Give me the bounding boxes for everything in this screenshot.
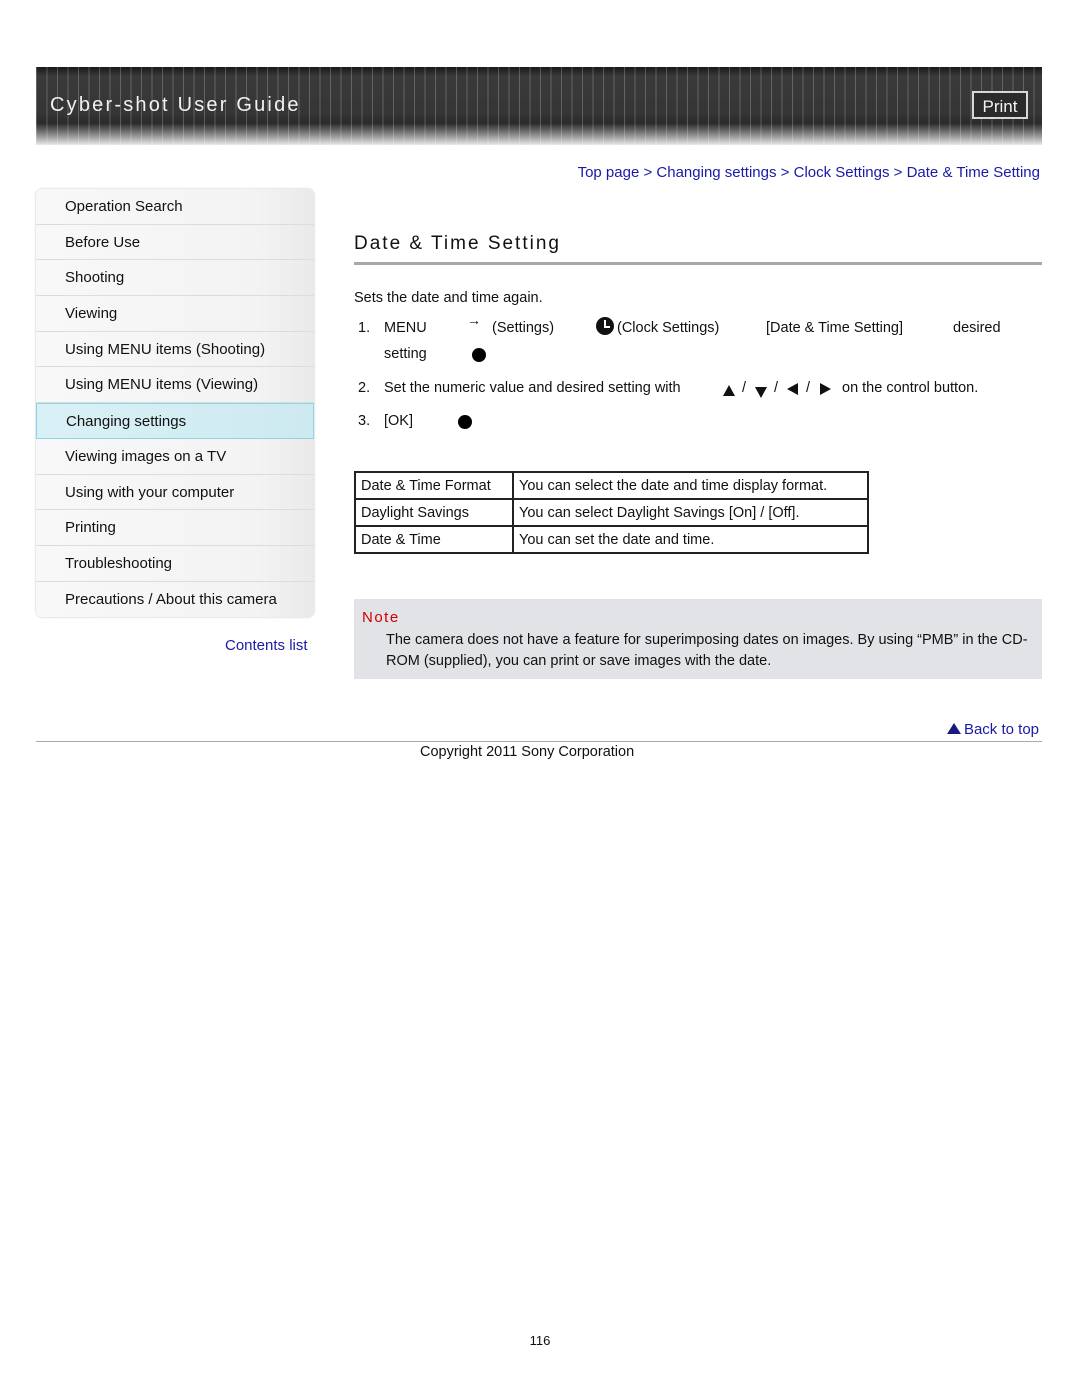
step-number: 2.	[358, 380, 371, 396]
sidebar-item-operation-search[interactable]: Operation Search	[36, 189, 314, 225]
table-row: Date & Time You can set the date and tim…	[354, 525, 869, 554]
step-number: 3.	[358, 413, 371, 429]
note-title: Note	[362, 609, 400, 626]
footer-divider	[36, 741, 1042, 742]
breadcrumb-separator: >	[643, 164, 653, 181]
sidebar-item-computer[interactable]: Using with your computer	[36, 474, 314, 511]
menu-label: MENU	[384, 320, 427, 336]
sidebar-item-viewing-tv[interactable]: Viewing images on a TV	[36, 438, 314, 475]
intro-text: Sets the date and time again.	[354, 290, 543, 306]
breadcrumb-separator: >	[780, 164, 790, 181]
sidebar-item-shooting[interactable]: Shooting	[36, 260, 314, 297]
up-arrow-icon	[946, 723, 961, 734]
clock-settings-label: (Clock Settings)	[617, 320, 720, 336]
sidebar-item-menu-viewing[interactable]: Using MENU items (Viewing)	[36, 367, 314, 404]
header-banner: Cyber-shot User Guide Print	[36, 67, 1042, 145]
desired-text: desired	[953, 320, 1001, 336]
page-title: Date & Time Setting	[354, 233, 561, 254]
left-triangle-icon	[787, 383, 798, 399]
table-cell-desc: You can set the date and time.	[512, 525, 869, 554]
note-text: The camera does not have a feature for s…	[386, 632, 1028, 669]
page-number: 116	[529, 1333, 551, 1348]
sidebar-item-viewing[interactable]: Viewing	[36, 296, 314, 332]
print-button[interactable]: Print	[972, 91, 1028, 119]
ok-label: [OK]	[384, 413, 414, 429]
sidebar-nav: Operation Search Before Use Shooting Vie…	[36, 189, 314, 618]
center-button-icon	[458, 415, 472, 433]
slash: /	[774, 380, 779, 396]
sidebar-item-changing-settings[interactable]: Changing settings	[36, 403, 314, 439]
right-triangle-icon	[820, 383, 831, 399]
back-to-top-label[interactable]: Back to top	[964, 721, 1039, 738]
breadcrumb-clock-settings[interactable]: Clock Settings	[794, 164, 890, 181]
sidebar-item-troubleshooting[interactable]: Troubleshooting	[36, 545, 314, 582]
table-row: Daylight Savings You can select Daylight…	[354, 498, 869, 527]
breadcrumb-top-page[interactable]: Top page	[578, 164, 640, 181]
guide-title: Cyber-shot User Guide	[50, 94, 301, 116]
sidebar-item-printing[interactable]: Printing	[36, 510, 314, 546]
slash: /	[806, 380, 811, 396]
table-cell-desc: You can select the date and time display…	[512, 471, 869, 500]
copyright-text: Copyright 2011 Sony Corporation	[420, 744, 635, 760]
clock-icon	[596, 317, 614, 339]
table-row: Date & Time Format You can select the da…	[354, 471, 869, 500]
table-cell-name: Daylight Savings	[354, 498, 514, 527]
slash: /	[742, 380, 747, 396]
settings-table: Date & Time Format You can select the da…	[354, 471, 869, 554]
up-triangle-icon	[723, 384, 735, 400]
center-button-icon	[472, 348, 486, 366]
settings-label: (Settings)	[492, 320, 555, 336]
note-box: Note The camera does not have a feature …	[354, 599, 1042, 679]
down-triangle-icon	[755, 386, 767, 402]
breadcrumb: Top page > Changing settings > Clock Set…	[578, 164, 1040, 181]
title-divider	[354, 262, 1042, 265]
step-2-text-after: on the control button.	[842, 380, 979, 396]
breadcrumb-changing-settings[interactable]: Changing settings	[656, 164, 776, 181]
breadcrumb-separator: >	[893, 164, 903, 181]
setting-text: setting	[384, 346, 427, 362]
sidebar-item-before-use[interactable]: Before Use	[36, 224, 314, 261]
sidebar-item-menu-shooting[interactable]: Using MENU items (Shooting)	[36, 331, 314, 368]
back-to-top-link[interactable]: Back to top	[946, 721, 1039, 738]
date-time-setting-item: [Date & Time Setting]	[766, 320, 904, 336]
table-cell-desc: You can select Daylight Savings [On] / […	[512, 498, 869, 527]
right-arrow-icon: →	[467, 312, 481, 328]
contents-list-link[interactable]: Contents list	[225, 637, 308, 654]
step-2-text: Set the numeric value and desired settin…	[384, 380, 681, 396]
breadcrumb-current[interactable]: Date & Time Setting	[907, 164, 1040, 181]
table-cell-name: Date & Time Format	[354, 471, 514, 500]
step-number: 1.	[358, 320, 371, 336]
table-cell-name: Date & Time	[354, 525, 514, 554]
sidebar-item-precautions[interactable]: Precautions / About this camera	[36, 581, 314, 618]
